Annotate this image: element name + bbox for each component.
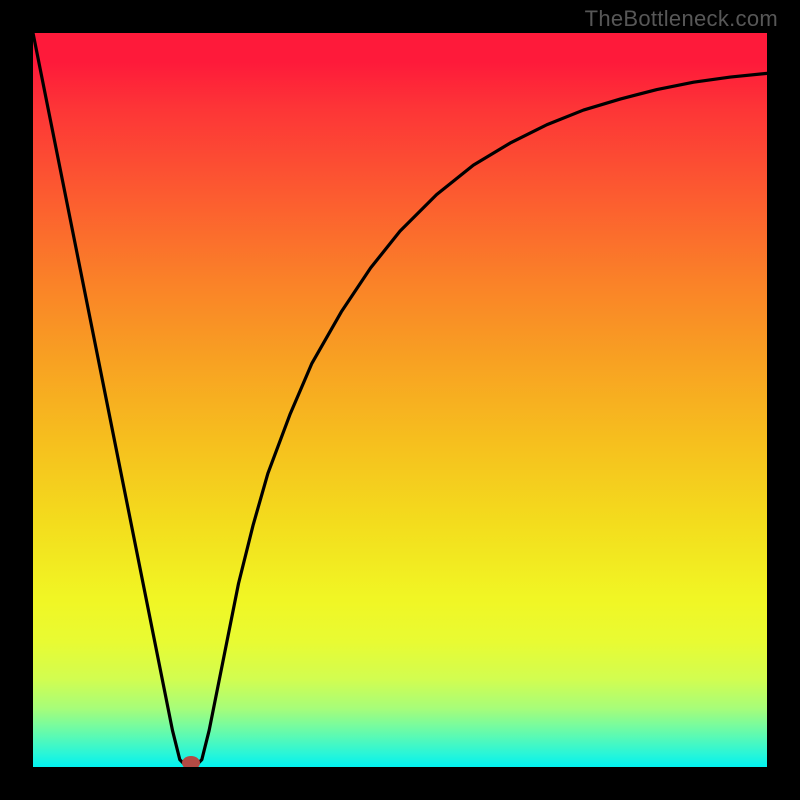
chart-frame: TheBottleneck.com: [0, 0, 800, 800]
optimal-point-marker: [182, 756, 200, 767]
bottleneck-curve: [33, 33, 767, 767]
watermark-text: TheBottleneck.com: [585, 6, 778, 32]
plot-area: [33, 33, 767, 767]
